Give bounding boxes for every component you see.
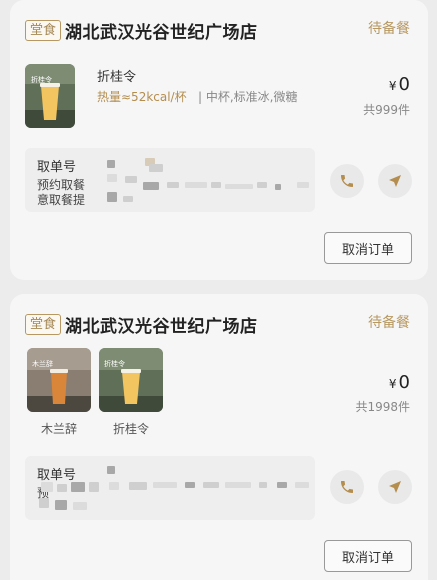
product-name: 折桂令: [112, 422, 149, 436]
phone-icon: [341, 175, 353, 187]
item-count: 共999件: [363, 103, 410, 117]
product-image: 木兰辞: [27, 348, 91, 412]
navigation-arrow-icon: [389, 481, 401, 493]
item-count: 共1998件: [355, 400, 410, 414]
phone-icon: [341, 481, 353, 493]
product-name: 木兰辞: [40, 422, 77, 436]
order-card[interactable]: 堂食 湖北武汉光谷世纪广场店 待备餐 木兰辞 木兰辞 折桂令 折桂令 ¥ 0 共…: [10, 294, 428, 580]
navigate-button[interactable]: [378, 164, 412, 198]
store-name: 湖北武汉光谷世纪广场店: [65, 317, 258, 337]
product-options: | 中杯,标准冰,微糖: [198, 90, 298, 104]
navigate-button[interactable]: [378, 470, 412, 504]
call-store-button[interactable]: [330, 164, 364, 198]
order-list: 堂食 湖北武汉光谷世纪广场店 待备餐 折桂令 折桂令 热量≈52kcal/杯 |…: [0, 0, 437, 580]
pickup-info: 取单号 预: [25, 456, 315, 520]
dine-in-tag: 堂食: [25, 20, 62, 41]
order-price: ¥0: [389, 372, 410, 393]
currency-symbol: ¥: [388, 377, 397, 391]
product-image: 折桂令: [99, 348, 163, 412]
svg-text:折桂令: 折桂令: [104, 359, 125, 368]
pickup-number-label: 取单号: [37, 160, 77, 175]
calorie-info: 热量≈52kcal/杯: [97, 90, 187, 104]
cancel-order-button[interactable]: 取消订单: [324, 232, 412, 264]
call-store-button[interactable]: [330, 470, 364, 504]
price-value: 0: [398, 74, 410, 95]
dine-in-tag: 堂食: [25, 314, 62, 335]
pickup-info: 取单号 预约取餐 意取餐提: [25, 148, 315, 212]
store-name: 湖北武汉光谷世纪广场店: [65, 23, 258, 43]
svg-text:折桂令: 折桂令: [31, 75, 52, 84]
cancel-order-button[interactable]: 取消订单: [324, 540, 412, 572]
order-price: ¥0: [389, 74, 410, 95]
pickup-note-line: 意取餐提: [37, 193, 86, 207]
product-image: 折桂令: [25, 64, 75, 128]
product-name: 折桂令: [97, 70, 137, 85]
navigation-arrow-icon: [389, 175, 401, 187]
svg-text:木兰辞: 木兰辞: [32, 359, 53, 368]
order-status: 待备餐: [368, 21, 410, 37]
price-value: 0: [398, 372, 410, 393]
order-status: 待备餐: [368, 315, 410, 331]
currency-symbol: ¥: [388, 79, 397, 93]
options-text: 中杯,标准冰,微糖: [205, 90, 298, 104]
order-card[interactable]: 堂食 湖北武汉光谷世纪广场店 待备餐 折桂令 折桂令 热量≈52kcal/杯 |…: [10, 0, 428, 280]
pickup-number-label: 取单号: [37, 468, 77, 483]
